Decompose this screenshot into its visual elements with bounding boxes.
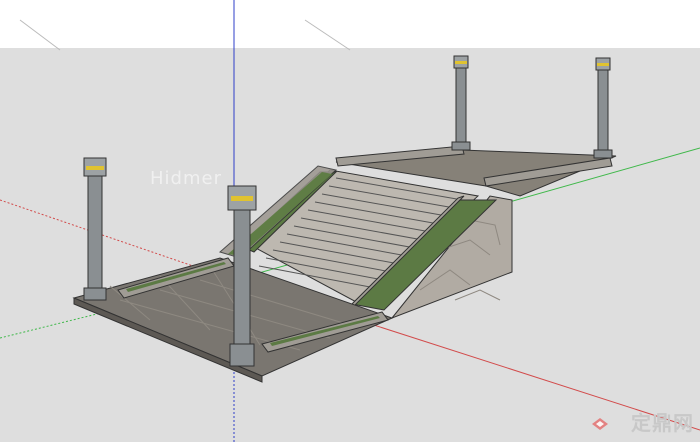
- pillar-back-left[interactable]: [451, 55, 471, 151]
- staircase-model-view[interactable]: [0, 0, 700, 442]
- watermark-logo: 定鼎网: [631, 407, 694, 436]
- watermark-logo-text: 定鼎网: [631, 411, 694, 435]
- pillar-front-left[interactable]: [83, 157, 107, 301]
- guide-line-left: [19, 19, 61, 51]
- guide-line-right: [304, 19, 351, 51]
- watermark-text: Hidmer: [150, 168, 222, 189]
- watermark-logo-icon: [592, 418, 608, 430]
- pillar-back-right[interactable]: [593, 57, 613, 159]
- sketchup-viewport[interactable]: Hidmer 定鼎网: [0, 0, 700, 442]
